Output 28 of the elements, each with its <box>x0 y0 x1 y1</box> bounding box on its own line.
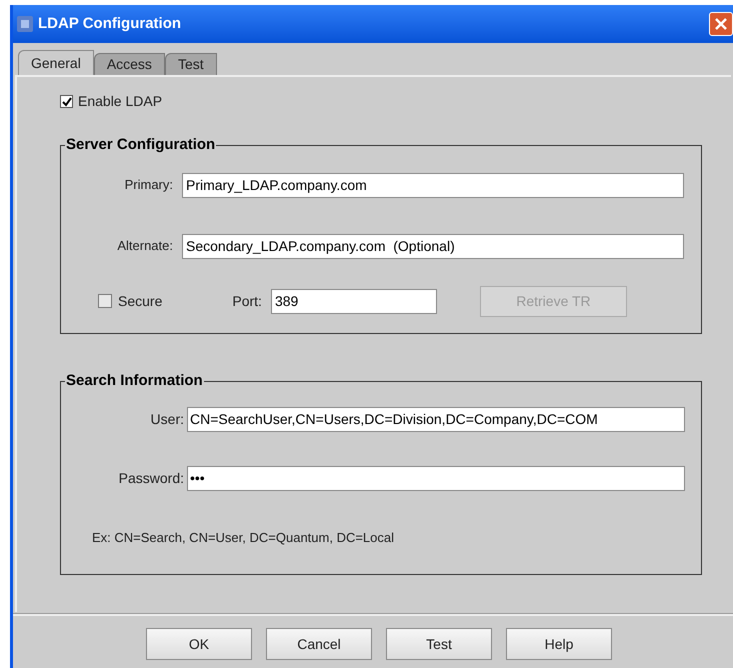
close-button[interactable] <box>709 12 733 36</box>
port-field[interactable]: 389 <box>270 288 437 314</box>
field-label: Primary: <box>124 176 173 194</box>
field-label: Password: <box>118 468 184 488</box>
dialog-button[interactable]: Test <box>386 628 492 660</box>
field-label: User: <box>150 410 184 428</box>
checkbox-label: Enable LDAP <box>78 92 162 111</box>
field-label: Port: <box>232 292 262 310</box>
dialog-button[interactable]: Cancel <box>266 628 372 660</box>
input-field[interactable]: Secondary_LDAP.company.com (Optional) <box>182 234 684 258</box>
tab[interactable]: General <box>18 50 94 75</box>
section-title: Search Information <box>65 371 204 391</box>
tab[interactable]: Access <box>94 53 165 75</box>
checkbox[interactable] <box>60 95 73 108</box>
input-field[interactable]: CN=SearchUser,CN=Users,DC=Division,DC=Company,DC=COM <box>187 406 685 432</box>
password-field[interactable]: ••• <box>187 466 685 490</box>
tab[interactable]: Test <box>164 53 217 75</box>
section-title: Server Configuration <box>65 135 216 155</box>
dialog-button[interactable]: OK <box>146 628 252 660</box>
example-text: Ex: CN=Search, CN=User, DC=Quantum, DC=Local <box>92 528 396 546</box>
dialog-button[interactable]: Help <box>506 628 612 660</box>
app-icon <box>17 16 33 32</box>
close-icon <box>715 18 727 30</box>
field-label: Alternate: <box>116 237 173 256</box>
input-field[interactable]: Primary_LDAP.company.com <box>182 172 684 198</box>
checkbox-label: Secure <box>118 292 162 310</box>
window-title: LDAP Configuration <box>38 14 182 34</box>
checkbox[interactable] <box>98 294 112 308</box>
